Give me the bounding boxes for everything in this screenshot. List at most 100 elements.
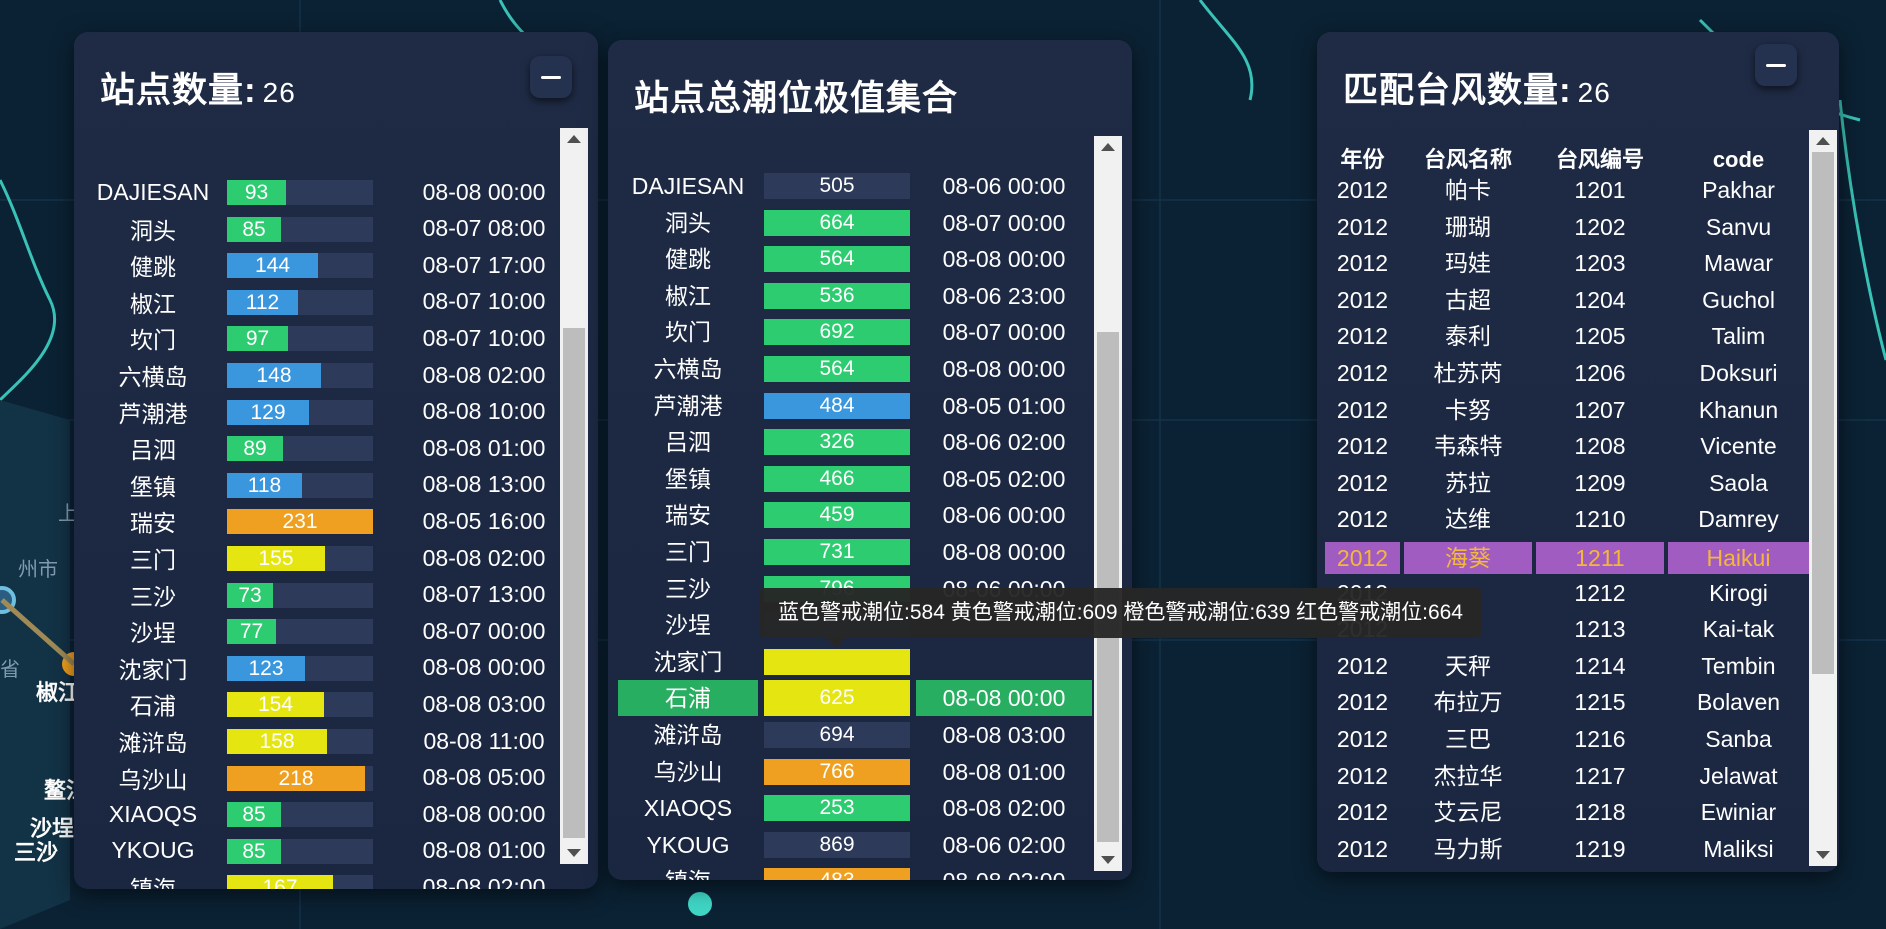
- tide-value-badge: 564: [764, 356, 910, 382]
- collapse-button[interactable]: [1755, 44, 1797, 86]
- table-row[interactable]: 2012 泰利 1205 Talim: [1325, 318, 1809, 354]
- typhoon-name: 卡努: [1445, 396, 1491, 423]
- typhoon-year: 2012: [1336, 286, 1389, 313]
- tide-time: 08-05 02:00: [942, 465, 1066, 492]
- value-bar-track: 218: [227, 765, 373, 791]
- value-label: 118: [247, 473, 282, 497]
- scroll-down-button[interactable]: [560, 842, 588, 864]
- table-row[interactable]: 2012 艾云尼 1218 Ewiniar: [1325, 794, 1809, 830]
- table-row[interactable]: 沈家门: [618, 644, 1092, 680]
- tide-list[interactable]: DAJIESAN 505 08-06 00:00 洞头 664 08-07 00:00 健跳…: [608, 136, 1092, 880]
- station-time: 08-08 00:00: [422, 800, 546, 827]
- table-row[interactable]: 2012 杜苏芮 1206 Doksuri: [1325, 355, 1809, 391]
- scroll-up-button[interactable]: [1094, 136, 1122, 158]
- table-row[interactable]: 2012 海葵 1211 Haikui: [1325, 538, 1809, 574]
- tide-time: 08-06 23:00: [942, 282, 1066, 309]
- typhoon-name: 韦森特: [1433, 433, 1503, 460]
- station-time: 08-08 00:00: [422, 654, 546, 681]
- typhoon-code: Vicente: [1700, 433, 1777, 460]
- map-label-city: 州市: [18, 558, 58, 581]
- typhoon-table-scrollbar[interactable]: [1809, 130, 1837, 866]
- typhoon-year: 2012: [1336, 652, 1389, 679]
- table-row[interactable]: 2012 达维 1210 Damrey: [1325, 501, 1809, 537]
- scroll-thumb[interactable]: [1097, 332, 1119, 842]
- value-label: 158: [259, 730, 295, 753]
- typhoon-code: Talim: [1711, 323, 1766, 350]
- table-row[interactable]: 2012 珊瑚 1202 Sanvu: [1325, 209, 1809, 245]
- typhoon-number: 1211: [1536, 542, 1664, 574]
- value-label: 89: [243, 437, 267, 461]
- station-time: 08-07 17:00: [422, 251, 546, 278]
- typhoon-number: 1215: [1574, 689, 1626, 716]
- table-row[interactable]: 2012 布拉万 1215 Bolaven: [1325, 684, 1809, 720]
- table-row[interactable]: 石浦 625 08-08 00:00: [618, 680, 1092, 717]
- table-row[interactable]: 2012 玛娃 1203 Mawar: [1325, 245, 1809, 281]
- table-row[interactable]: 2012 马力斯 1219 Maliksi: [1325, 831, 1809, 867]
- station-name: 吕泗: [665, 429, 711, 456]
- tide-list-scrollbar[interactable]: [1094, 136, 1122, 871]
- table-row[interactable]: 2012 古超 1204 Guchol: [1325, 282, 1809, 318]
- station-name: 洞头: [130, 217, 176, 244]
- scroll-thumb[interactable]: [1812, 152, 1834, 674]
- table-row[interactable]: 2012 韦森特 1208 Vicente: [1325, 428, 1809, 464]
- typhoon-code: Khanun: [1698, 396, 1779, 423]
- table-row[interactable]: 2012 天秤 1214 Tembin: [1325, 648, 1809, 684]
- value-bar-track: 112: [227, 289, 373, 315]
- table-row[interactable]: YKOUG 869 08-06 02:00: [618, 827, 1092, 863]
- station-list-scrollbar[interactable]: [560, 128, 588, 864]
- table-row[interactable]: 2012 帕卡 1201 Pakhar: [1325, 172, 1809, 208]
- table-row[interactable]: 瑞安 459 08-06 00:00: [618, 497, 1092, 533]
- tide-time: 08-08 00:00: [942, 539, 1066, 565]
- tide-time: 08-06 02:00: [942, 429, 1066, 456]
- table-row[interactable]: 坎门 692 08-07 00:00: [618, 314, 1092, 350]
- table-row[interactable]: 健跳 564 08-08 00:00: [618, 241, 1092, 277]
- table-row[interactable]: 乌沙山 766 08-08 01:00: [618, 754, 1092, 790]
- value-bar-track: 144: [227, 253, 373, 279]
- tide-time: 08-05 01:00: [942, 392, 1066, 419]
- tide-time: 08-08 01:00: [942, 758, 1066, 785]
- typhoon-name: 杜苏芮: [1433, 360, 1503, 386]
- station-name: 坎门: [665, 319, 711, 346]
- tide-value-badge: 326: [764, 429, 910, 456]
- tide-time: 08-07 00:00: [942, 319, 1066, 346]
- table-row[interactable]: 2012 苏拉 1209 Saola: [1325, 465, 1809, 501]
- tide-value-badge: 466: [764, 465, 910, 492]
- map-label-sheng: 省: [0, 658, 20, 681]
- value-label: 85: [242, 217, 266, 241]
- typhoon-name: 苏拉: [1445, 469, 1491, 496]
- tide-value-badge: 253: [764, 795, 910, 822]
- scroll-thumb[interactable]: [563, 328, 585, 838]
- scroll-up-button[interactable]: [560, 128, 588, 150]
- table-row[interactable]: 2012 卡努 1207 Khanun: [1325, 392, 1809, 428]
- table-row[interactable]: DAJIESAN 505 08-06 00:00: [618, 168, 1092, 204]
- typhoon-name: 达维: [1445, 506, 1491, 533]
- station-list[interactable]: DAJIESAN 93 08-08 00:00 洞头 85 08-07 08:00 健跳 14…: [74, 128, 558, 889]
- table-row[interactable]: 椒江 536 08-06 23:00: [618, 278, 1092, 314]
- table-row[interactable]: 滩浒岛 694 08-08 03:00: [618, 717, 1092, 753]
- table-row[interactable]: 镇海 483 08-08 02:00: [618, 863, 1092, 880]
- table-row[interactable]: 2012 三巴 1216 Sanba: [1325, 721, 1809, 757]
- typhoon-code: Mawar: [1703, 250, 1773, 277]
- typhoon-table[interactable]: 年份 台风名称 台风编号 code 2012 帕卡 1201 Pakhar 2012 珊瑚…: [1325, 130, 1809, 870]
- map-label-shacheng: 沙埕: [30, 816, 74, 841]
- scroll-up-button[interactable]: [1809, 130, 1837, 152]
- collapse-button[interactable]: [530, 56, 572, 98]
- table-row[interactable]: 吕泗 326 08-06 02:00: [618, 424, 1092, 460]
- typhoon-name: 海葵: [1404, 542, 1532, 574]
- table-row[interactable]: 堡镇 466 08-05 02:00: [618, 461, 1092, 497]
- table-row[interactable]: 洞头 664 08-07 00:00: [618, 205, 1092, 241]
- station-name: XIAOQS: [108, 800, 198, 827]
- map-typhoon-marker[interactable]: [688, 892, 712, 916]
- typhoon-year: 2012: [1336, 799, 1389, 826]
- table-row[interactable]: 2012 杰拉华 1217 Jelawat: [1325, 758, 1809, 794]
- scroll-down-button[interactable]: [1094, 849, 1122, 871]
- table-row[interactable]: XIAOQS 253 08-08 02:00: [618, 790, 1092, 826]
- table-row[interactable]: 芦潮港 484 08-05 01:00: [618, 388, 1092, 424]
- typhoon-year: 2012: [1336, 396, 1389, 423]
- station-name: 乌沙山: [653, 758, 723, 785]
- table-row[interactable]: 三门 731 08-08 00:00: [618, 534, 1092, 570]
- station-name: 吕泗: [130, 437, 176, 464]
- station-name: 滩浒岛: [118, 730, 188, 756]
- table-row[interactable]: 六横岛 564 08-08 00:00: [618, 351, 1092, 387]
- scroll-down-button[interactable]: [1809, 844, 1837, 866]
